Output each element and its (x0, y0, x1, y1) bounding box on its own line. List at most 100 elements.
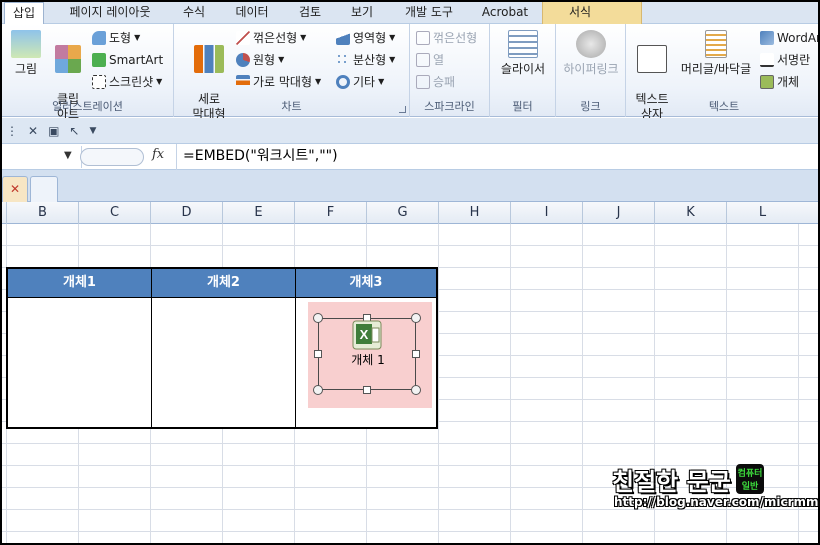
area-chart-icon (336, 31, 350, 45)
table-header-object1: 개체1 (8, 269, 152, 297)
ribbon: 그림 클립 아트 도형 ▼ SmartArt 스크린샷 ▼ 일러스트레이션 세로 막… (2, 24, 818, 121)
signature-icon (760, 53, 774, 67)
column-header-d[interactable]: D (150, 202, 222, 224)
group-charts: 세로 막대형 꺾은선형 ▼ 원형 ▼ 가로 막대형 ▼ 영역형 ▼ 분산형 ▼ 기타 ▼ 차… (174, 24, 410, 121)
slicer-button[interactable]: 슬라이서 (496, 30, 550, 77)
screenshot-button[interactable]: 스크린샷 ▼ (92, 72, 162, 92)
group-text: 텍스트 상자 머리글/바닥글 WordArt 서명란 개체 텍스트 (626, 24, 818, 121)
scatter-chart-icon (336, 53, 350, 67)
column-header-i[interactable]: I (510, 202, 582, 224)
tab-insert[interactable]: 삽입 (4, 2, 44, 25)
clipart-icon (55, 45, 81, 73)
sparkline-line-icon (416, 31, 430, 45)
formula-bar: ▼ fx =EMBED("워크시트","") (2, 144, 818, 170)
embedded-object-label: 개체 1 (351, 353, 385, 367)
area-chart-button[interactable]: 영역형 ▼ (336, 28, 395, 48)
name-box-dropdown-icon[interactable]: ▼ (64, 150, 72, 161)
textbox-icon (637, 45, 667, 73)
column-headers: B C D E F G H I J K L (2, 202, 818, 224)
tab-developer[interactable]: 개발 도구 (396, 2, 462, 24)
tab-page-layout[interactable]: 페이지 레이아웃 (60, 2, 160, 24)
line-chart-button[interactable]: 꺾은선형 ▼ (236, 28, 306, 48)
resize-handle-left[interactable] (314, 350, 322, 358)
column-header-k[interactable]: K (654, 202, 726, 224)
sparkline-column-icon (416, 53, 430, 67)
quick-access-toolbar: ⋮ ✕ ▣ ↖ ▼ (2, 118, 818, 144)
group-filter: 슬라이서 필터 (490, 24, 556, 117)
hyperlink-button[interactable]: 하이퍼링크 (560, 30, 622, 77)
resize-handle-bottom-right[interactable] (411, 385, 421, 395)
sparkline-line-button[interactable]: 꺾은선형 (416, 28, 477, 48)
column-chart-icon (194, 45, 224, 73)
tab-format[interactable]: 서식 (558, 2, 602, 24)
column-header-h[interactable]: H (438, 202, 510, 224)
wordart-icon (760, 31, 774, 45)
formula-bar-resize-handle[interactable] (80, 148, 144, 166)
workbook-tab[interactable] (30, 176, 58, 202)
tab-formulas[interactable]: 수식 (172, 2, 216, 24)
picture-button[interactable]: 그림 (8, 30, 44, 77)
line-chart-icon (236, 31, 250, 45)
header-footer-button[interactable]: 머리글/바닥글 (676, 30, 756, 77)
column-header-b[interactable]: B (6, 202, 78, 224)
customize-dropdown-icon[interactable]: ▼ (89, 126, 96, 136)
group-links: 하이퍼링크 링크 (556, 24, 626, 117)
signature-line-button[interactable]: 서명란 (760, 50, 810, 70)
table-header-object2: 개체2 (152, 269, 296, 297)
bar-chart-button[interactable]: 가로 막대형 ▼ (236, 72, 321, 92)
tab-review[interactable]: 검토 (290, 2, 330, 24)
group-label-text: 텍스트 (708, 100, 740, 113)
pointer-icon[interactable]: ↖ (69, 124, 79, 138)
resize-handle-bottom[interactable] (363, 386, 371, 394)
close-icon[interactable]: ✕ (2, 176, 28, 202)
group-label-filter: 필터 (512, 100, 533, 113)
group-illustrations: 그림 클립 아트 도형 ▼ SmartArt 스크린샷 ▼ 일러스트레이션 (2, 24, 174, 121)
watermark-url: http://blog.naver.com/micrmm (614, 495, 819, 509)
pie-chart-button[interactable]: 원형 ▼ (236, 50, 284, 70)
excel-window: 삽입 페이지 레이아웃 수식 데이터 검토 보기 개발 도구 Acrobat 서… (0, 0, 820, 545)
watermark-badge: 컴퓨터 일반 (736, 464, 764, 494)
column-header-j[interactable]: J (582, 202, 654, 224)
tab-acrobat[interactable]: Acrobat (476, 2, 534, 24)
group-label-charts: 차트 (281, 100, 302, 113)
column-header-f[interactable]: F (294, 202, 366, 224)
other-chart-button[interactable]: 기타 ▼ (336, 72, 384, 92)
header-footer-icon (705, 30, 727, 58)
column-header-e[interactable]: E (222, 202, 294, 224)
object-icon (760, 75, 774, 89)
insert-function-button[interactable]: fx (152, 147, 164, 162)
sparkline-winloss-button[interactable]: 승패 (416, 72, 455, 92)
excel-icon[interactable]: X (352, 320, 382, 350)
group-label-links: 링크 (580, 100, 601, 113)
pie-chart-icon (236, 53, 250, 67)
shape-select-icon[interactable]: ✕ (28, 124, 38, 138)
group-icon[interactable]: ▣ (48, 124, 59, 138)
picture-icon (11, 30, 41, 58)
shapes-button[interactable]: 도형 ▼ (92, 28, 140, 48)
resize-handle-top-right[interactable] (411, 313, 421, 323)
watermark-title: 친절한 문군 (612, 468, 731, 496)
shapes-icon (92, 31, 106, 45)
scatter-chart-button[interactable]: 분산형 ▼ (336, 50, 395, 70)
resize-handle-bottom-left[interactable] (313, 385, 323, 395)
sparkline-column-button[interactable]: 열 (416, 50, 444, 70)
column-header-l[interactable]: L (726, 202, 798, 224)
donut-chart-icon (336, 75, 350, 89)
tab-data[interactable]: 데이터 (228, 2, 276, 24)
slicer-icon (508, 30, 538, 58)
table-cell-object2[interactable] (152, 297, 296, 427)
wordart-button[interactable]: WordArt (760, 28, 818, 48)
object-button[interactable]: 개체 (760, 72, 799, 92)
resize-handle-top-left[interactable] (313, 313, 323, 323)
globe-icon (576, 30, 606, 58)
smartart-icon (92, 53, 106, 67)
tab-view[interactable]: 보기 (342, 2, 382, 24)
resize-handle-right[interactable] (412, 350, 420, 358)
column-header-g[interactable]: G (366, 202, 438, 224)
smartart-button[interactable]: SmartArt (92, 50, 163, 70)
table-cell-object1[interactable] (8, 297, 152, 427)
column-header-c[interactable]: C (78, 202, 150, 224)
formula-input[interactable]: =EMBED("워크시트","") (176, 144, 818, 170)
ribbon-tab-bar: 삽입 페이지 레이아웃 수식 데이터 검토 보기 개발 도구 Acrobat 서… (2, 2, 818, 25)
draw-icon[interactable]: ⋮ (6, 124, 18, 138)
